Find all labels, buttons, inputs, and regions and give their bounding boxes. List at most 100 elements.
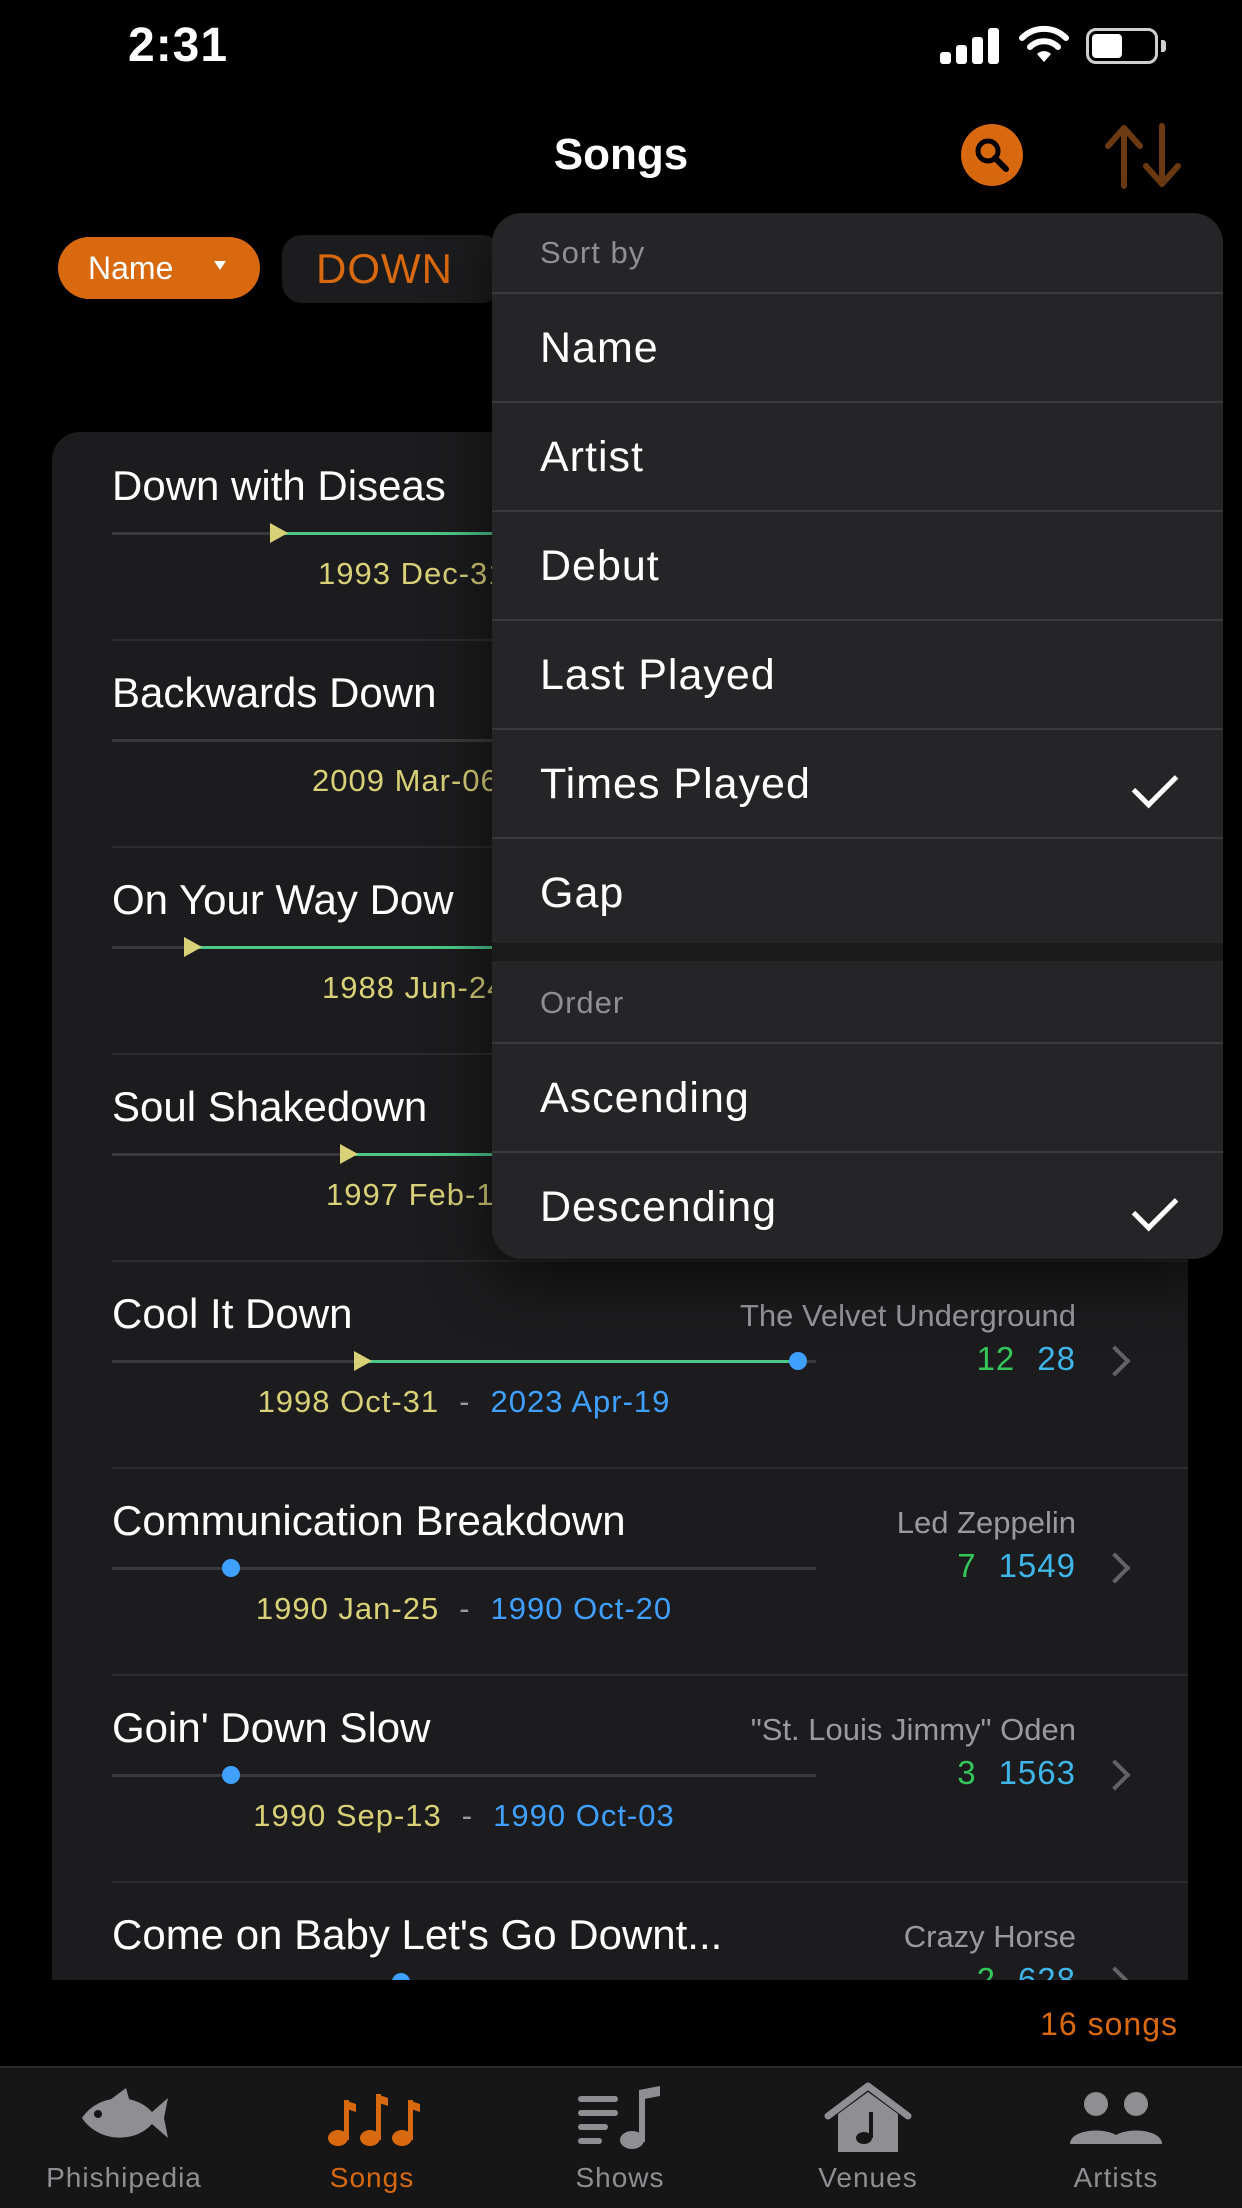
date-range: 1998 Oct-31-2023 Apr-19 bbox=[112, 1384, 816, 1420]
people-icon bbox=[1070, 2092, 1162, 2144]
song-name: Goin' Down Slow bbox=[112, 1704, 431, 1751]
show-gap: 1563 bbox=[998, 1754, 1076, 1791]
sort-field-chip[interactable]: Name bbox=[58, 237, 260, 299]
sort-arrows-icon bbox=[1105, 123, 1181, 189]
menu-item-last-played[interactable]: Last Played bbox=[492, 621, 1223, 729]
last-played-marker bbox=[222, 1766, 240, 1784]
last-played-marker bbox=[392, 1973, 410, 1980]
tab-label: Songs bbox=[329, 2162, 415, 2193]
battery-icon bbox=[1086, 28, 1166, 64]
date-range: 1990 Sep-13-1990 Oct-03 bbox=[112, 1798, 816, 1834]
times-played: 3 bbox=[957, 1754, 977, 1791]
menu-item-times-played[interactable]: Times Played bbox=[492, 730, 1223, 838]
song-artist: Crazy Horse bbox=[903, 1919, 1076, 1954]
sort-order-chip[interactable]: DOWN bbox=[282, 235, 502, 303]
tab-label: Shows bbox=[575, 2162, 665, 2193]
tab-shows[interactable]: Shows bbox=[496, 2068, 744, 2208]
search-icon bbox=[975, 138, 1009, 172]
caret-down-icon bbox=[214, 261, 226, 270]
sort-field-label: Name bbox=[88, 249, 174, 286]
date-dash: - bbox=[459, 1384, 471, 1419]
debut-date: 1993 Dec-31 bbox=[318, 556, 507, 591]
row-divider bbox=[112, 1881, 1188, 1883]
debut-marker-icon bbox=[270, 523, 288, 543]
debut-date: 1990 Sep-13 bbox=[253, 1798, 442, 1833]
page-title: Songs bbox=[553, 130, 689, 179]
menu-item-descending[interactable]: Descending bbox=[492, 1153, 1223, 1259]
cellular-signal-icon bbox=[940, 28, 1002, 64]
tab-phishipedia[interactable]: Phishipedia bbox=[0, 2068, 248, 2208]
house-music-icon bbox=[824, 2082, 912, 2152]
timeline-track bbox=[112, 1774, 816, 1777]
menu-item-label: Gap bbox=[540, 868, 625, 917]
song-stats: 7 1549 bbox=[957, 1547, 1076, 1585]
show-gap: 1549 bbox=[998, 1547, 1076, 1584]
chevron-right-icon bbox=[1099, 1345, 1131, 1377]
timeline-run bbox=[364, 1360, 798, 1363]
song-stats: 2 628 bbox=[977, 1961, 1076, 1980]
menu-item-label: Descending bbox=[540, 1182, 778, 1231]
menu-item-label: Name bbox=[540, 323, 659, 372]
sort-order-label: DOWN bbox=[316, 245, 453, 292]
debut-date: 2009 Mar-06 bbox=[312, 763, 499, 798]
times-played: 12 bbox=[976, 1340, 1016, 1377]
date-dash: - bbox=[459, 1591, 471, 1626]
timeline-track bbox=[112, 1567, 816, 1570]
show-gap: 28 bbox=[1037, 1340, 1076, 1377]
last-played-marker bbox=[789, 1352, 807, 1370]
debut-marker-icon bbox=[340, 1144, 358, 1164]
chevron-right-icon bbox=[1099, 1759, 1131, 1791]
wifi-icon bbox=[1018, 24, 1070, 64]
song-name: On Your Way Dow bbox=[112, 876, 454, 923]
menu-item-label: Artist bbox=[540, 432, 644, 481]
date-dash: - bbox=[461, 1798, 474, 1833]
song-name: Down with Diseas bbox=[112, 462, 446, 509]
status-time: 2:31 bbox=[128, 19, 229, 72]
tab-label: Phishipedia bbox=[46, 2162, 202, 2193]
menu-item-label: Debut bbox=[540, 541, 660, 590]
debut-date: 1990 Jan-25 bbox=[255, 1591, 440, 1626]
song-row[interactable]: Communication Breakdown Led Zeppelin 7 15… bbox=[52, 1467, 1188, 1674]
song-name: Come on Baby Let's Go Downt... bbox=[112, 1911, 723, 1958]
date-range: 1990 Jan-25-1990 Oct-20 bbox=[112, 1591, 816, 1627]
search-button[interactable] bbox=[961, 124, 1023, 186]
checkmark-icon bbox=[1131, 1184, 1179, 1232]
music-notes-icon bbox=[328, 2094, 420, 2146]
menu-item-name[interactable]: Name bbox=[492, 294, 1223, 402]
debut-date: 1997 Feb-17 bbox=[326, 1177, 513, 1212]
song-stats: 12 28 bbox=[977, 1340, 1076, 1378]
chevron-right-icon bbox=[1099, 1966, 1131, 1980]
menu-item-gap[interactable]: Gap bbox=[492, 839, 1223, 947]
song-row[interactable]: Come on Baby Let's Go Downt... Crazy Hor… bbox=[52, 1881, 1188, 1980]
song-row[interactable]: Goin' Down Slow "St. Louis Jimmy" Oden 3… bbox=[52, 1674, 1188, 1881]
times-played: 2 bbox=[976, 1961, 996, 1980]
menu-item-ascending[interactable]: Ascending bbox=[492, 1044, 1223, 1152]
debut-date: 1988 Jun-24 bbox=[322, 970, 506, 1005]
last-played-date: 2023 Apr-19 bbox=[490, 1384, 671, 1419]
fish-icon bbox=[82, 2088, 168, 2138]
tab-venues[interactable]: Venues bbox=[744, 2068, 992, 2208]
tab-label: Venues bbox=[818, 2162, 918, 2193]
song-name: Cool It Down bbox=[112, 1290, 353, 1337]
song-row[interactable]: Cool It Down The Velvet Underground 12 28… bbox=[52, 1260, 1188, 1467]
status-bar: 2:31 bbox=[0, 0, 1242, 100]
chevron-right-icon bbox=[1099, 1552, 1131, 1584]
song-artist: Led Zeppelin bbox=[896, 1505, 1076, 1540]
menu-item-label: Last Played bbox=[540, 650, 776, 699]
sort-button[interactable] bbox=[1100, 120, 1190, 192]
row-divider bbox=[112, 1674, 1188, 1676]
debut-marker-icon bbox=[184, 937, 202, 957]
tab-songs[interactable]: Songs bbox=[248, 2068, 496, 2208]
menu-section-header: Order bbox=[540, 985, 625, 1020]
menu-item-debut[interactable]: Debut bbox=[492, 512, 1223, 620]
debut-date: 1998 Oct-31 bbox=[257, 1384, 440, 1419]
song-stats: 3 1563 bbox=[957, 1754, 1076, 1792]
times-played: 7 bbox=[957, 1547, 977, 1584]
tab-artists[interactable]: Artists bbox=[992, 2068, 1240, 2208]
menu-item-artist[interactable]: Artist bbox=[492, 403, 1223, 511]
menu-item-label: Ascending bbox=[540, 1073, 750, 1122]
last-played-date: 1990 Oct-20 bbox=[490, 1591, 673, 1626]
checkmark-icon bbox=[1131, 761, 1179, 809]
last-played-date: 1990 Oct-03 bbox=[493, 1798, 675, 1833]
tab-label: Artists bbox=[1073, 2162, 1159, 2193]
